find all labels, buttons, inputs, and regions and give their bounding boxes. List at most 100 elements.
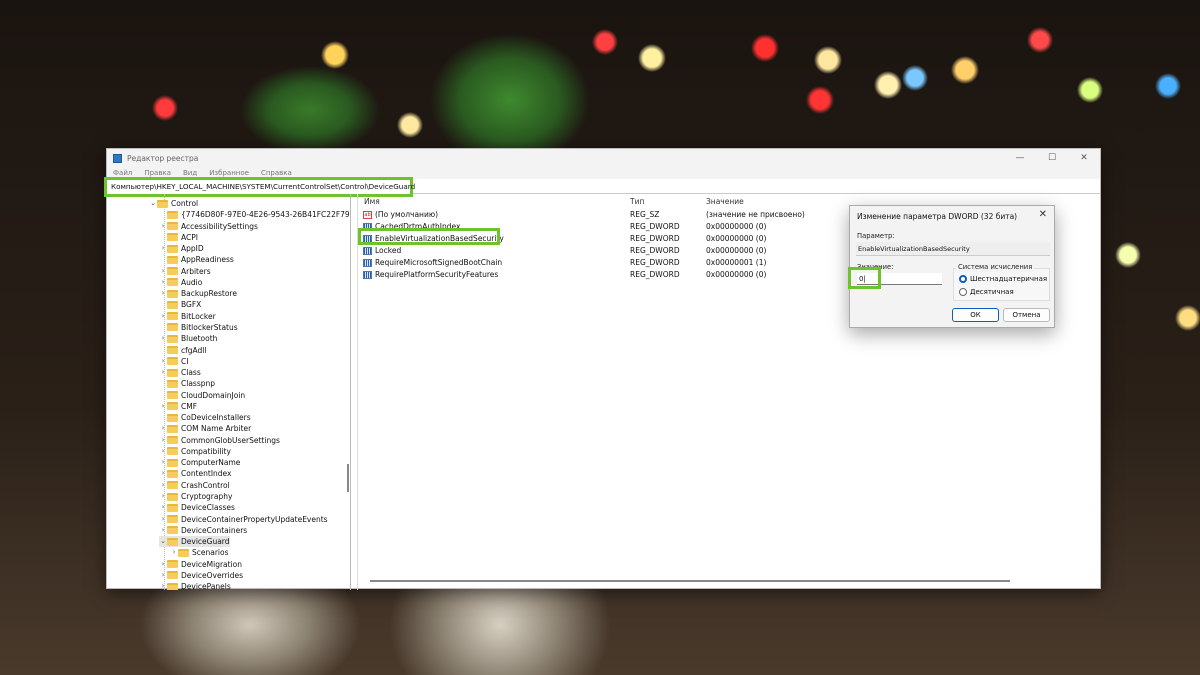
chevron-right-icon[interactable]: › bbox=[159, 288, 167, 299]
folder-icon bbox=[178, 548, 189, 557]
chevron-right-icon[interactable]: › bbox=[159, 525, 167, 536]
chevron-right-icon[interactable]: › bbox=[159, 423, 167, 434]
chevron-right-icon[interactable]: › bbox=[159, 570, 167, 581]
tree-item[interactable]: › BackupRestore bbox=[159, 288, 237, 299]
close-button[interactable]: ✕ bbox=[1068, 153, 1100, 163]
string-value-icon: ab bbox=[363, 211, 372, 219]
tree-item[interactable]: › ContentIndex bbox=[159, 468, 232, 479]
chevron-right-icon[interactable]: › bbox=[159, 333, 167, 344]
tree-item[interactable]: › COM Name Arbiter bbox=[159, 423, 252, 434]
folder-icon bbox=[167, 210, 178, 219]
list-row[interactable]: ab (По умолчанию) REG_SZ (значение не присв… bbox=[363, 209, 863, 221]
base-radio-group: Шестнадцатеричная Десятичная bbox=[953, 268, 1050, 301]
folder-icon bbox=[167, 312, 178, 321]
tree-item-control[interactable]: ⌄ Control bbox=[149, 198, 198, 209]
tree-item[interactable]: › CMF bbox=[159, 401, 197, 412]
chevron-right-icon[interactable]: › bbox=[159, 581, 167, 590]
title-bar: Редактор реестра — ☐ ✕ bbox=[107, 149, 1100, 167]
tree-item[interactable]: › DevicePanels bbox=[159, 581, 231, 590]
tree-item[interactable]: › DeviceMigration bbox=[159, 559, 242, 570]
chevron-right-icon[interactable]: › bbox=[159, 367, 167, 378]
chevron-down-icon[interactable]: ⌄ bbox=[149, 198, 157, 209]
tree-item[interactable]: › Scenarios bbox=[170, 547, 229, 558]
value-input[interactable]: 0| bbox=[848, 267, 942, 289]
chevron-right-icon[interactable]: › bbox=[159, 401, 167, 412]
chevron-right-icon[interactable]: › bbox=[159, 221, 167, 232]
chevron-right-icon[interactable]: › bbox=[159, 480, 167, 491]
horizontal-scrollbar[interactable] bbox=[370, 580, 1010, 582]
tree-item[interactable]: › AccessibilitySettings bbox=[159, 221, 258, 232]
tree-item[interactable]: › Bluetooth bbox=[159, 333, 218, 344]
chevron-right-icon[interactable]: › bbox=[159, 435, 167, 446]
tree-item[interactable]: › Cryptography bbox=[159, 491, 233, 502]
chevron-down-icon[interactable]: ⌄ bbox=[159, 536, 167, 547]
chevron-right-icon[interactable]: › bbox=[159, 491, 167, 502]
tree-item[interactable]: › DeviceOverrides bbox=[159, 570, 243, 581]
tree-item[interactable]: › DeviceContainers bbox=[159, 525, 248, 536]
column-header-type[interactable]: Тип bbox=[630, 197, 644, 206]
chevron-right-icon[interactable]: › bbox=[159, 457, 167, 468]
list-row[interactable]: Locked REG_DWORD 0x00000000 (0) bbox=[363, 245, 863, 257]
folder-icon bbox=[167, 323, 178, 332]
param-label: Параметр: bbox=[857, 232, 895, 240]
key-tree: ⌄ Control {7746D80F-97E0-4E26-9543-26B41… bbox=[107, 194, 351, 590]
column-header-name[interactable]: Имя bbox=[364, 197, 380, 206]
tree-item[interactable]: › DeviceClasses bbox=[159, 502, 235, 513]
tree-item[interactable]: {7746D80F-97E0-4E26-9543-26B41FC22F79} bbox=[159, 209, 350, 220]
chevron-right-icon[interactable]: › bbox=[159, 266, 167, 277]
tree-item[interactable]: AppReadiness bbox=[159, 254, 234, 265]
cancel-button[interactable]: Отмена bbox=[1003, 308, 1050, 322]
ok-button[interactable]: ОК bbox=[952, 308, 999, 322]
tree-item[interactable]: CoDeviceInstallers bbox=[159, 412, 251, 423]
maximize-button[interactable]: ☐ bbox=[1036, 153, 1068, 163]
regedit-app-icon bbox=[113, 153, 122, 163]
list-row[interactable]: RequireMicrosoftSignedBootChain REG_DWORD… bbox=[363, 257, 863, 269]
tree-item[interactable]: ⌄ DeviceGuard bbox=[159, 536, 230, 548]
tree-scrollbar[interactable] bbox=[347, 464, 349, 492]
tree-item[interactable]: cfgAdll bbox=[159, 345, 206, 356]
radio-empty-icon[interactable] bbox=[959, 288, 967, 296]
folder-icon bbox=[157, 199, 168, 208]
tree-item[interactable]: Classpnp bbox=[159, 378, 215, 389]
tree-item[interactable]: › CrashControl bbox=[159, 480, 230, 491]
base-group-label: Система исчисления bbox=[956, 263, 1035, 272]
chevron-right-icon[interactable]: › bbox=[170, 547, 178, 558]
chevron-right-icon[interactable]: › bbox=[159, 243, 167, 254]
column-header-value[interactable]: Значение bbox=[706, 197, 744, 206]
chevron-right-icon[interactable]: › bbox=[159, 311, 167, 322]
dialog-close-icon[interactable]: ✕ bbox=[1039, 209, 1047, 220]
chevron-right-icon[interactable]: › bbox=[159, 356, 167, 367]
folder-icon bbox=[167, 278, 178, 287]
folder-icon bbox=[167, 515, 178, 524]
tree-item[interactable]: › CI bbox=[159, 356, 189, 367]
tree-item[interactable]: › ComputerName bbox=[159, 457, 241, 468]
folder-icon bbox=[167, 582, 178, 590]
tree-item[interactable]: › Class bbox=[159, 367, 201, 378]
tree-item[interactable]: › AppID bbox=[159, 243, 204, 254]
chevron-right-icon[interactable]: › bbox=[159, 514, 167, 525]
folder-icon bbox=[167, 357, 178, 366]
list-row[interactable]: RequirePlatformSecurityFeatures REG_DWORD… bbox=[363, 269, 863, 281]
tree-item[interactable]: › Audio bbox=[159, 277, 203, 288]
tree-item[interactable]: ACPI bbox=[159, 232, 198, 243]
tree-item[interactable]: BGFX bbox=[159, 299, 201, 310]
tree-item[interactable]: › Compatibility bbox=[159, 446, 231, 457]
chevron-right-icon[interactable]: › bbox=[159, 559, 167, 570]
radio-selected-icon[interactable] bbox=[959, 275, 967, 283]
radio-dec[interactable]: Десятичная bbox=[959, 288, 1014, 296]
tree-item[interactable]: › Arbiters bbox=[159, 266, 211, 277]
folder-icon bbox=[167, 560, 178, 569]
chevron-right-icon[interactable]: › bbox=[159, 502, 167, 513]
folder-icon bbox=[167, 481, 178, 490]
tree-item[interactable]: › BitLocker bbox=[159, 311, 216, 322]
tree-item[interactable]: CloudDomainJoin bbox=[159, 390, 245, 401]
chevron-right-icon[interactable]: › bbox=[159, 446, 167, 457]
tree-item[interactable]: › DeviceContainerPropertyUpdateEvents bbox=[159, 514, 328, 525]
chevron-right-icon[interactable]: › bbox=[159, 468, 167, 479]
tree-item[interactable]: BitlockerStatus bbox=[159, 322, 238, 333]
folder-icon bbox=[167, 469, 178, 478]
minimize-button[interactable]: — bbox=[1004, 153, 1036, 163]
radio-hex[interactable]: Шестнадцатеричная bbox=[959, 275, 1047, 283]
tree-item[interactable]: › CommonGlobUserSettings bbox=[159, 435, 280, 446]
chevron-right-icon[interactable]: › bbox=[159, 277, 167, 288]
